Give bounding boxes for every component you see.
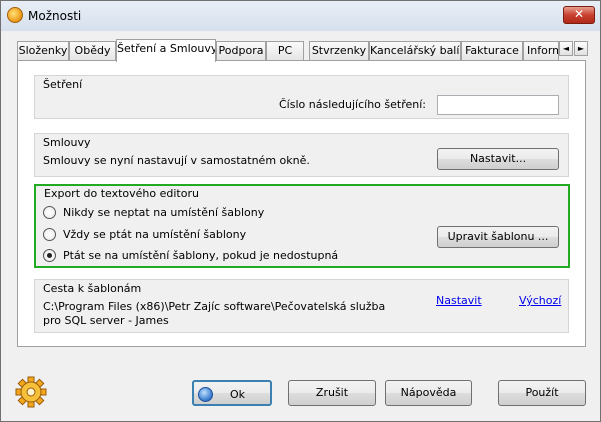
setreni-group: Šetření Číslo následujícího šetření: bbox=[34, 75, 569, 119]
tab-panel: Šetření Číslo následujícího šetření: Sml… bbox=[17, 60, 586, 347]
set-path-link[interactable]: Nastavit bbox=[436, 294, 482, 307]
tab-scroll-right-icon[interactable]: ► bbox=[574, 41, 588, 56]
ok-button[interactable]: Ok bbox=[192, 380, 272, 406]
tab-inform[interactable]: Inform bbox=[523, 41, 559, 61]
default-path-link[interactable]: Výchozí bbox=[519, 294, 561, 307]
template-path-line1: C:\Program Files (x86)\Petr Zajíc softwa… bbox=[43, 300, 386, 313]
options-window: Možnosti ✕ Složenky Obědy Šetření a Smlo… bbox=[0, 0, 601, 422]
close-button[interactable]: ✕ bbox=[563, 6, 595, 24]
gear-icon bbox=[15, 376, 47, 408]
export-option-always-label[interactable]: Vždy se ptát na umístění šablony bbox=[63, 228, 246, 241]
export-option-if-unavailable-radio[interactable] bbox=[43, 249, 56, 262]
tab-kancelarsky-balik[interactable]: Kancelářský balík bbox=[369, 41, 461, 61]
export-option-if-unavailable-label[interactable]: Ptát se na umístění šablony, pokud je ne… bbox=[63, 249, 338, 262]
window-title: Možnosti bbox=[28, 9, 82, 23]
tab-slozenky[interactable]: Složenky bbox=[17, 41, 69, 61]
tab-stvrzenky[interactable]: Stvrzenky bbox=[309, 41, 369, 61]
tab-scroll: ◄ ► bbox=[559, 41, 589, 57]
app-icon bbox=[7, 7, 23, 23]
tab-obedy[interactable]: Obědy bbox=[69, 41, 116, 61]
title-bar: Možnosti ✕ bbox=[1, 1, 600, 31]
cancel-button[interactable]: Zrušit bbox=[288, 380, 376, 406]
smlouvy-group: Smlouvy Smlouvy se nyní nastavují v samo… bbox=[34, 133, 569, 177]
tab-fakturace[interactable]: Fakturace bbox=[461, 41, 523, 61]
help-button[interactable]: Nápověda bbox=[385, 380, 472, 406]
tab-podpora[interactable]: Podpora bbox=[216, 41, 266, 61]
export-option-always-radio[interactable] bbox=[43, 228, 56, 241]
tab-strip: Složenky Obědy Šetření a Smlouvy Podpora… bbox=[17, 39, 589, 62]
export-option-never-radio[interactable] bbox=[43, 206, 56, 219]
tab-pc[interactable]: PC bbox=[266, 41, 304, 61]
next-number-label: Číslo následujícího šetření: bbox=[279, 98, 426, 111]
setreni-title: Šetření bbox=[43, 78, 83, 91]
smlouvy-set-button[interactable]: Nastavit... bbox=[437, 148, 559, 170]
export-option-never-label[interactable]: Nikdy se neptat na umístění šablony bbox=[63, 206, 264, 219]
tab-setreni-a-smlouvy[interactable]: Šetření a Smlouvy bbox=[116, 39, 216, 62]
template-path-line2: pro SQL server - James bbox=[43, 314, 169, 327]
smlouvy-title: Smlouvy bbox=[43, 136, 91, 149]
tab-scroll-left-icon[interactable]: ◄ bbox=[559, 41, 573, 56]
ok-label: Ok bbox=[230, 388, 246, 401]
cesta-title: Cesta k šablonám bbox=[43, 282, 142, 295]
apply-button[interactable]: Použít bbox=[498, 380, 586, 406]
cesta-group: Cesta k šablonám C:\Program Files (x86)\… bbox=[34, 279, 569, 333]
smlouvy-info: Smlouvy se nyní nastavují v samostatném … bbox=[43, 154, 310, 167]
edit-template-button[interactable]: Upravit šablonu ... bbox=[437, 226, 559, 248]
ok-check-icon bbox=[198, 387, 213, 402]
export-title: Export do textového editoru bbox=[44, 187, 199, 200]
next-number-input[interactable] bbox=[437, 95, 559, 115]
export-group: Export do textového editoru Nikdy se nep… bbox=[34, 184, 570, 268]
